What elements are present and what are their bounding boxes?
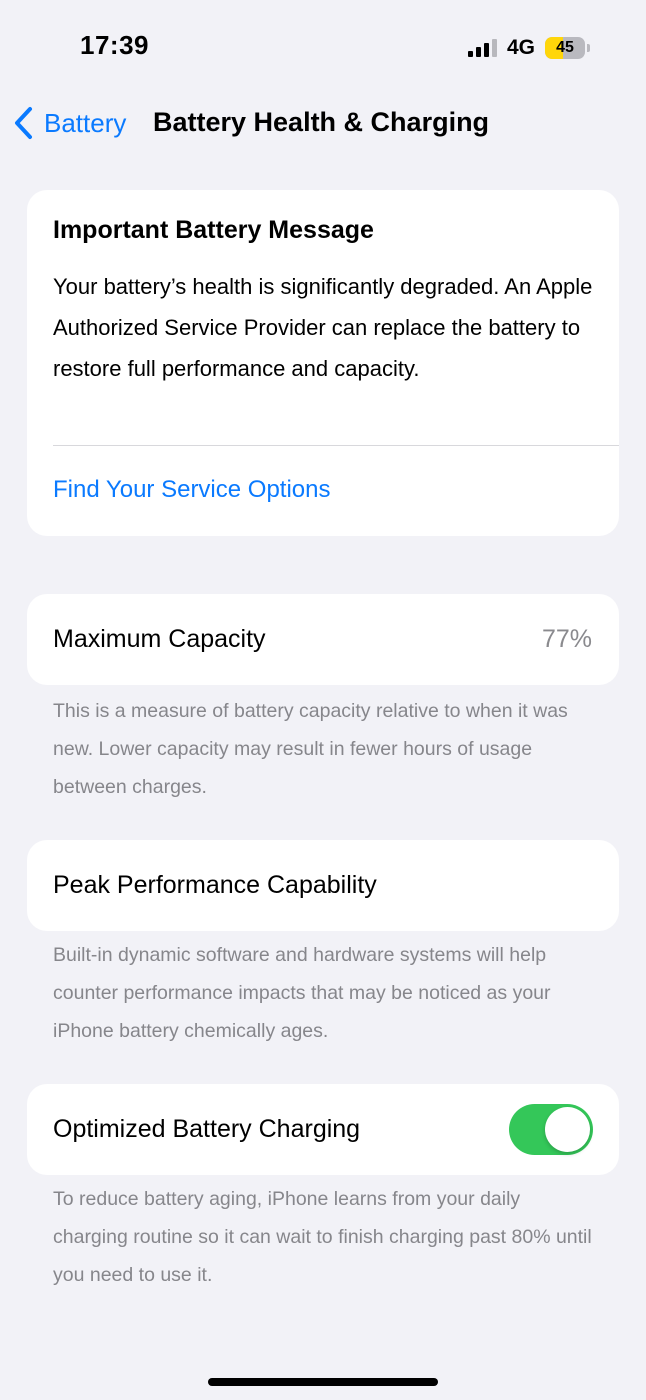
message-title: Important Battery Message	[53, 216, 374, 244]
maximum-capacity-row[interactable]: Maximum Capacity 77%	[27, 594, 619, 685]
maximum-capacity-description: This is a measure of battery capacity re…	[53, 700, 568, 798]
optimized-charging-label: Optimized Battery Charging	[53, 1115, 361, 1143]
battery-cap	[587, 44, 590, 52]
message-body: Your battery’s health is significantly d…	[53, 274, 593, 381]
battery-message-card: Important Battery Message Your battery’s…	[27, 190, 619, 536]
maximum-capacity-label: Maximum Capacity	[53, 625, 266, 653]
home-indicator[interactable]	[208, 1378, 438, 1386]
chevron-left-icon	[15, 107, 32, 139]
battery-health-screen: 17:39 4G 45 Battery Battery Health & Cha…	[0, 0, 646, 1400]
peak-performance-label: Peak Performance Capability	[53, 871, 377, 899]
peak-performance-description: Built-in dynamic software and hardware s…	[53, 944, 551, 1042]
divider	[53, 445, 619, 446]
optimized-charging-row: Optimized Battery Charging	[27, 1084, 619, 1175]
status-bar-right: 4G 45	[467, 36, 590, 60]
page-title: Battery Health & Charging	[153, 107, 490, 137]
cellular-signal-icon	[467, 39, 497, 57]
optimized-charging-description: To reduce battery aging, iPhone learns f…	[53, 1188, 592, 1286]
maximum-capacity-value: 77%	[541, 625, 592, 653]
status-time: 17:39	[80, 30, 149, 60]
network-type-label: 4G	[506, 36, 535, 59]
back-button-label: Battery	[44, 107, 127, 138]
back-button[interactable]: Battery	[12, 106, 126, 140]
peak-performance-row: Peak Performance Capability	[27, 840, 619, 931]
optimized-charging-toggle[interactable]	[509, 1104, 593, 1155]
toggle-knob	[545, 1107, 590, 1152]
battery-percentage: 45	[556, 39, 574, 56]
battery-icon: 45	[545, 37, 585, 59]
find-service-options-link[interactable]: Find Your Service Options	[53, 476, 331, 504]
